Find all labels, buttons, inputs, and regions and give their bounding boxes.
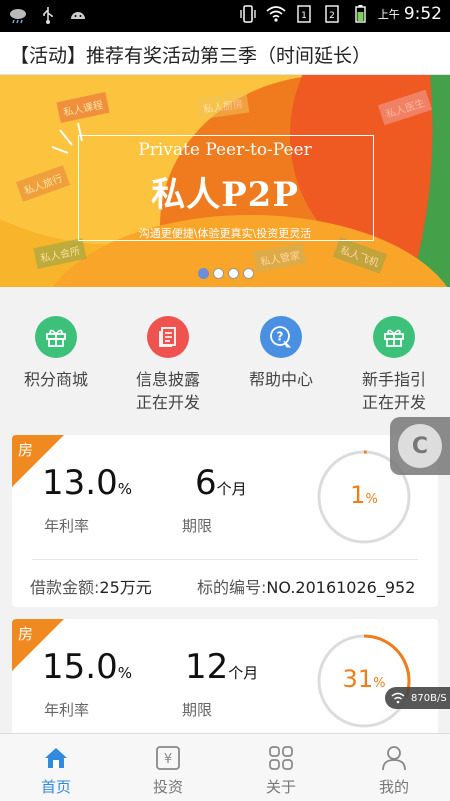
pager-dot[interactable] <box>228 268 239 279</box>
menu-label: 信息披露 正在开发 <box>135 370 200 412</box>
tab-home[interactable]: 首页 <box>16 744 96 797</box>
loan-term-label: 期限 <box>182 701 213 719</box>
menu-points-mall[interactable]: 积分商城 <box>0 316 112 391</box>
yuan-icon: ¥ <box>156 746 180 770</box>
tab-invest[interactable]: ¥ 投资 <box>128 744 208 797</box>
gift-icon <box>373 316 415 358</box>
sim1-icon: 1 <box>297 5 311 23</box>
battery-icon <box>355 5 366 23</box>
loan-amount: 借款金额:25万元 <box>30 578 152 597</box>
tab-about[interactable]: 关于 <box>241 744 321 797</box>
user-icon <box>382 746 406 771</box>
help-icon: ? <box>260 316 302 358</box>
menu-beginner-guide[interactable]: 新手指引 正在开发 <box>338 316 450 414</box>
bottom-tab-bar: 首页 ¥ 投资 关于 我的 <box>0 733 450 801</box>
svg-text:2: 2 <box>329 11 335 21</box>
menu-info-disclosure[interactable]: 信息披露 正在开发 <box>112 316 224 414</box>
tab-label: 关于 <box>265 778 296 796</box>
usb-icon <box>43 7 53 24</box>
banner-tagline: 沟通更便捷\体验更真实\投资更灵活 <box>138 227 312 240</box>
annual-rate: 13.0% <box>42 463 132 503</box>
wifi-icon <box>266 6 286 22</box>
network-speed-indicator: 870B/S <box>385 687 450 709</box>
floating-assist-button[interactable]: C <box>390 417 450 475</box>
notice-text: 【活动】推荐有奖活动第三季（时间延长） <box>10 45 372 67</box>
loan-card[interactable]: 房 15.0% 年利率 12个月 期限 31% <box>12 619 438 739</box>
loan-term: 12个月 <box>185 647 259 687</box>
gift-icon <box>35 316 77 358</box>
status-bar: 1 2 上午 9:52 <box>0 0 450 32</box>
weather-icon <box>10 9 26 24</box>
svg-text:¥: ¥ <box>164 752 172 767</box>
annual-rate-label: 年利率 <box>44 517 90 535</box>
loan-term-label: 期限 <box>182 517 213 535</box>
progress-ring: 31% <box>316 633 412 729</box>
loan-card[interactable]: 房 13.0% 年利率 6个月 期限 1% 借款金额:25万元 标的编号:NO.… <box>12 435 438 607</box>
promo-banner[interactable]: 私人课程 私人厨房 私人医生 私人旅行 私人会所 私人管家 私人飞机 Priva… <box>0 75 450 287</box>
pager-dot[interactable] <box>243 268 254 279</box>
grid-icon <box>269 746 293 770</box>
tab-label: 我的 <box>378 778 409 796</box>
svg-text:?: ? <box>277 330 284 344</box>
tab-label: 投资 <box>152 778 183 796</box>
tab-label: 首页 <box>40 778 71 796</box>
banner-subtitle: Private Peer-to-Peer <box>138 140 312 160</box>
menu-help-center[interactable]: ? 帮助中心 <box>225 316 337 391</box>
menu-label: 积分商城 <box>23 370 88 389</box>
am-pm-label: 上午 <box>377 8 400 21</box>
activity-notice[interactable]: 【活动】推荐有奖活动第三季（时间延长） <box>0 32 450 75</box>
card-divider <box>32 559 418 560</box>
speed-text: 870B/S <box>411 692 447 704</box>
home-icon <box>45 748 67 768</box>
quick-menu: 积分商城 信息披露 正在开发 ? 帮助中心 新手指引 正在开发 <box>0 287 450 425</box>
category-tag: 房 <box>18 441 34 459</box>
loan-id: 标的编号:NO.20161026_952 <box>197 578 416 597</box>
category-tag: 房 <box>18 625 34 643</box>
android-icon <box>71 12 85 19</box>
tab-mine[interactable]: 我的 <box>354 744 434 797</box>
banner-title: 私人P2P <box>151 175 299 215</box>
banner-pager[interactable] <box>198 268 254 279</box>
loan-term: 6个月 <box>195 463 247 503</box>
annual-rate-label: 年利率 <box>44 701 90 719</box>
vibrate-icon <box>240 5 256 23</box>
menu-label: 帮助中心 <box>248 370 313 389</box>
sim2-icon: 2 <box>325 5 339 23</box>
svg-text:1: 1 <box>301 11 307 21</box>
clock: 9:52 <box>403 4 442 24</box>
annual-rate: 15.0% <box>42 647 132 687</box>
progress-percent: 1% <box>350 481 378 509</box>
wifi-icon <box>391 692 405 704</box>
menu-label: 新手指引 正在开发 <box>361 370 426 412</box>
pager-dot[interactable] <box>213 268 224 279</box>
document-icon <box>147 316 189 358</box>
assist-icon: C <box>398 424 442 468</box>
pager-dot[interactable] <box>198 268 209 279</box>
